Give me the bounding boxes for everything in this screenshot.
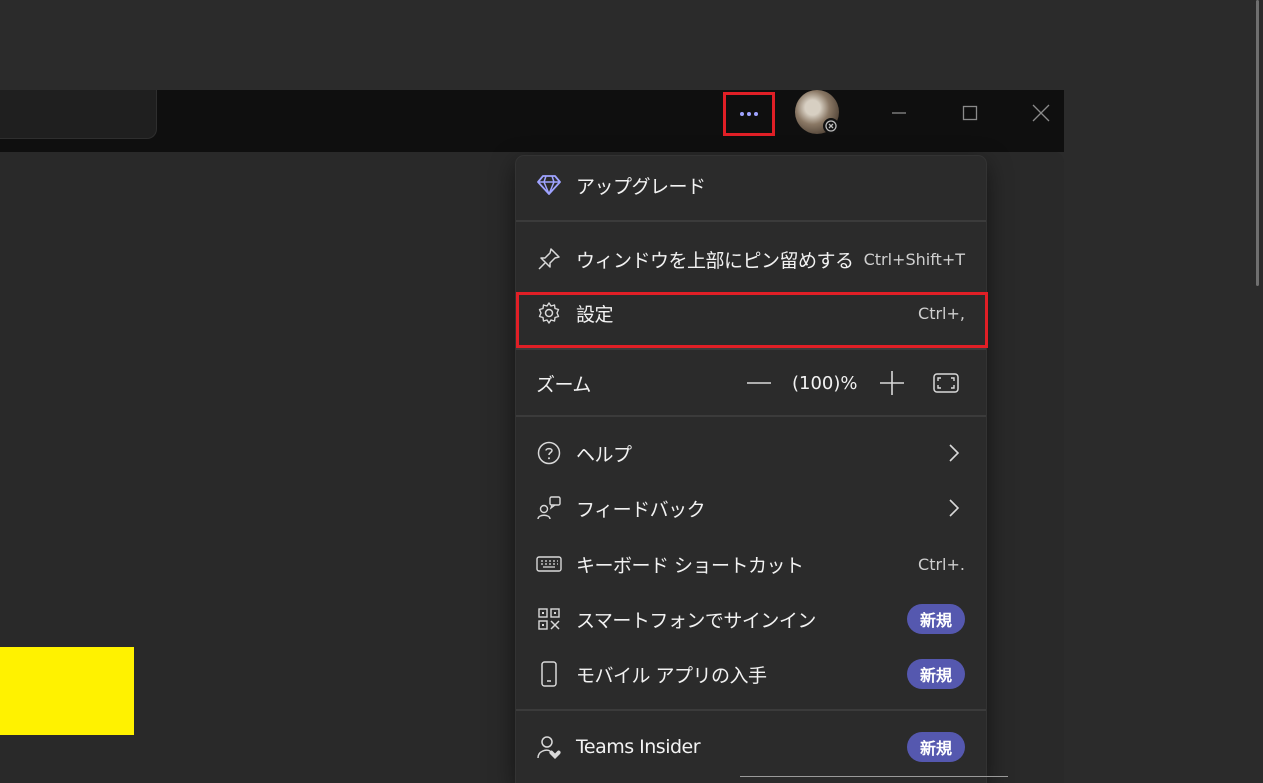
background-top: [0, 0, 1263, 90]
person-heart-icon: [536, 734, 562, 760]
new-badge: 新規: [907, 659, 965, 689]
settings-highlight-box: [516, 292, 988, 348]
minus-icon: [747, 382, 771, 384]
menu-item-label: モバイル アプリの入手: [576, 664, 767, 687]
chevron-right-icon: [944, 498, 964, 518]
menu-item-label: アップグレード: [576, 175, 706, 198]
chevron-right-icon: [944, 443, 964, 463]
zoom-value: (100)%: [792, 372, 858, 394]
phone-icon: [536, 661, 562, 687]
qr-code-icon: [536, 606, 562, 632]
maximize-icon: [962, 105, 978, 121]
divider: [516, 348, 986, 350]
menu-item-upgrade[interactable]: アップグレード: [516, 170, 986, 200]
dot: [740, 112, 744, 116]
menu-item-label: Teams Insider: [576, 736, 701, 758]
divider: [740, 776, 1008, 777]
close-icon: [1032, 104, 1050, 122]
scrollbar[interactable]: [1256, 0, 1259, 286]
menu-item-pin-window[interactable]: ウィンドウを上部にピン留めする Ctrl+Shift+T: [516, 244, 986, 274]
more-options-button[interactable]: [723, 92, 775, 136]
plus-icon: [880, 371, 904, 395]
dot: [754, 112, 758, 116]
dot: [747, 112, 751, 116]
menu-item-feedback[interactable]: フィードバック: [516, 493, 986, 523]
status-offline-icon: [823, 118, 839, 134]
more-options-menu: アップグレード ウィンドウを上部にピン留めする Ctrl+Shift+T 設定 …: [516, 156, 986, 783]
menu-item-zoom: ズーム (100)%: [516, 368, 986, 398]
new-badge: 新規: [907, 732, 965, 762]
zoom-label: ズーム: [536, 373, 591, 396]
maximize-button[interactable]: [953, 96, 987, 130]
zoom-out-button[interactable]: [745, 369, 773, 397]
minimize-icon: [892, 112, 906, 114]
minimize-button[interactable]: [882, 96, 916, 130]
menu-item-label: スマートフォンでサインイン: [576, 609, 816, 632]
divider: [516, 415, 986, 417]
keyboard-icon: [536, 551, 562, 577]
menu-item-teams-insider[interactable]: Teams Insider 新規: [516, 732, 986, 762]
zoom-in-button[interactable]: [878, 369, 906, 397]
search-box[interactable]: [0, 90, 157, 139]
diamond-icon: [536, 172, 562, 198]
help-icon: [536, 440, 562, 466]
menu-item-label: ヘルプ: [576, 443, 632, 466]
menu-item-help[interactable]: ヘルプ: [516, 438, 986, 468]
divider: [516, 220, 986, 222]
pin-icon: [536, 246, 562, 272]
menu-item-label: キーボード ショートカット: [576, 554, 804, 577]
menu-item-shortcut: Ctrl+Shift+T: [863, 249, 965, 269]
menu-item-label: フィードバック: [576, 498, 706, 521]
menu-item-mobile-app[interactable]: モバイル アプリの入手 新規: [516, 659, 986, 689]
divider: [516, 709, 986, 711]
new-badge: 新規: [907, 604, 965, 634]
feedback-icon: [536, 495, 562, 521]
menu-item-label: ウィンドウを上部にピン留めする: [576, 249, 854, 272]
fit-screen-icon: [933, 373, 959, 393]
close-button[interactable]: [1024, 96, 1058, 130]
menu-item-keyboard-shortcuts[interactable]: キーボード ショートカット Ctrl+.: [516, 549, 986, 579]
menu-item-smartphone-signin[interactable]: スマートフォンでサインイン 新規: [516, 604, 986, 634]
menu-item-shortcut: Ctrl+.: [918, 554, 965, 574]
yellow-highlight-block: [0, 647, 134, 735]
fit-screen-button[interactable]: [931, 369, 961, 397]
